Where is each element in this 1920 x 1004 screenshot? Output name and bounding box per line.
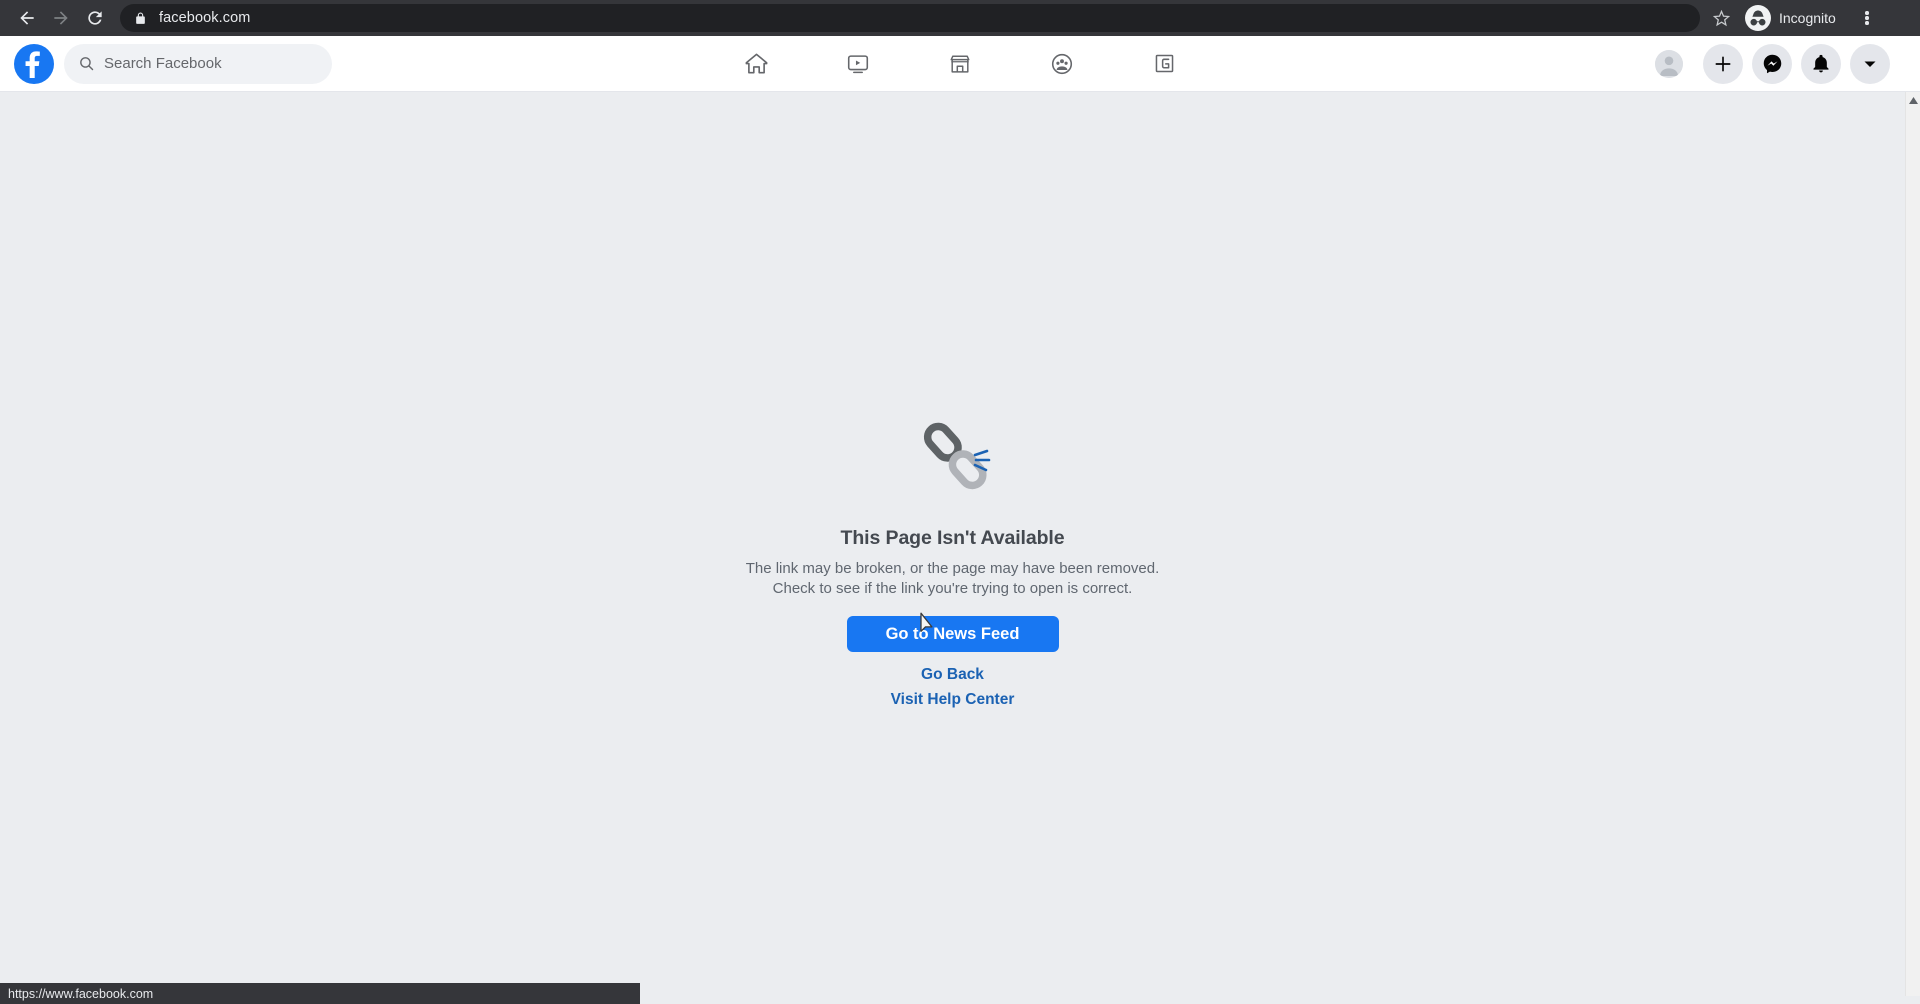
storefront-icon (950, 55, 970, 73)
plus-icon (1715, 56, 1731, 71)
chevron-down-icon (1864, 61, 1876, 67)
header-left-section (0, 43, 332, 84)
notifications-button[interactable] (1801, 43, 1841, 84)
nav-item-home[interactable] (733, 41, 779, 87)
search-input[interactable] (104, 55, 318, 72)
nav-item-marketplace[interactable] (937, 41, 983, 87)
go-to-news-feed-button[interactable]: Go to News Feed (846, 616, 1059, 652)
status-bar-url: https://www.facebook.com (8, 986, 154, 1001)
facebook-header (0, 36, 1920, 92)
groups-icon (1051, 53, 1073, 74)
nav-item-watch[interactable] (835, 41, 881, 87)
visit-help-center-link[interactable]: Visit Help Center (891, 691, 1015, 709)
messenger-icon (1763, 54, 1781, 74)
create-button[interactable] (1703, 43, 1743, 84)
page-title: This Page Isn't Available (840, 527, 1065, 549)
scroll-up-button[interactable] (1906, 92, 1920, 108)
header-navigation (733, 41, 1187, 87)
browser-toolbar: facebook.com Incognito (0, 0, 1920, 36)
avatar-icon (1655, 49, 1683, 78)
reload-icon (88, 11, 102, 25)
incognito-indicator[interactable]: Incognito (1742, 3, 1848, 33)
page-unavailable-card: This Page Isn't Available The link may b… (738, 412, 1168, 716)
header-actions (1655, 43, 1920, 84)
page-description: The link may be broken, or the page may … (745, 560, 1160, 597)
profile-avatar[interactable] (1655, 49, 1683, 78)
incognito-label: Incognito (1779, 10, 1836, 26)
arrow-right-icon (54, 11, 68, 25)
kebab-menu-icon (1865, 10, 1869, 27)
status-bar: https://www.facebook.com (0, 983, 640, 1004)
page-content: This Page Isn't Available The link may b… (0, 92, 1905, 996)
facebook-logo-icon[interactable] (14, 43, 54, 84)
star-icon (1712, 9, 1730, 26)
arrow-left-icon (20, 11, 34, 25)
broken-link-icon (907, 412, 999, 509)
incognito-hat-icon (1745, 5, 1771, 31)
reload-button[interactable] (78, 1, 112, 35)
nav-item-gaming[interactable] (1141, 41, 1187, 87)
back-button[interactable] (10, 1, 44, 35)
address-bar[interactable]: facebook.com (120, 4, 1700, 32)
address-bar-url: facebook.com (159, 10, 251, 26)
browser-menu-button[interactable] (1852, 2, 1882, 34)
gaming-icon (1155, 54, 1173, 73)
bell-icon (1813, 54, 1829, 72)
go-back-link[interactable]: Go Back (921, 666, 984, 684)
forward-button[interactable] (44, 1, 78, 35)
page-scrollbar[interactable] (1905, 92, 1920, 996)
account-menu-button[interactable] (1850, 43, 1890, 84)
bookmark-button[interactable] (1706, 3, 1736, 33)
messenger-button[interactable] (1752, 43, 1792, 84)
video-play-icon (847, 54, 869, 73)
caret-up-icon (1909, 96, 1918, 104)
search-box[interactable] (64, 43, 332, 84)
search-icon (80, 57, 94, 71)
nav-item-groups[interactable] (1039, 41, 1085, 87)
lock-icon (134, 12, 147, 25)
home-icon (745, 53, 767, 74)
